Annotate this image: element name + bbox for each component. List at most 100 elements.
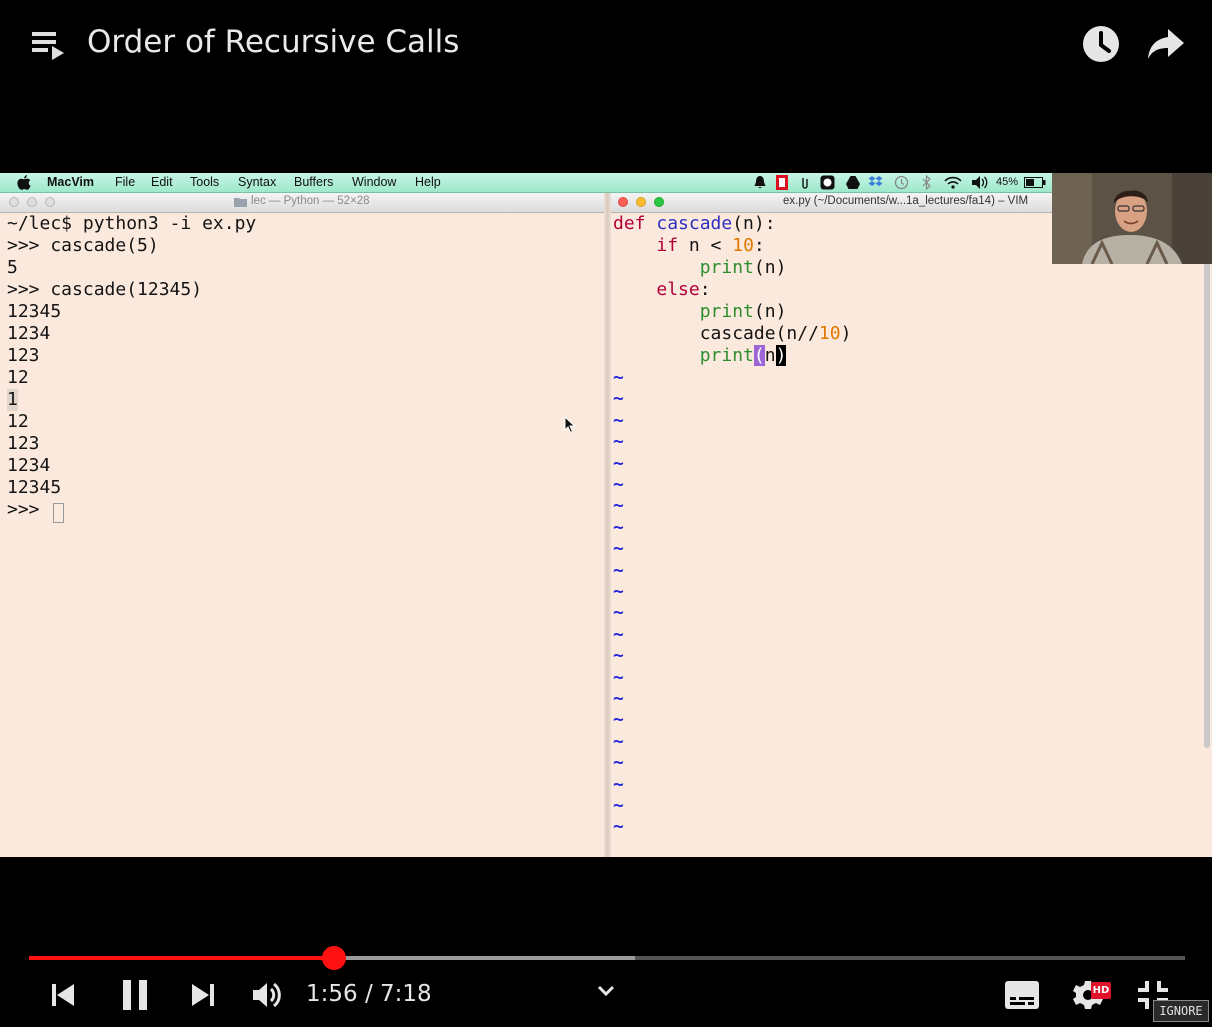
clock-icon[interactable] <box>1082 25 1120 63</box>
menu-macvim[interactable]: MacVim <box>47 175 94 189</box>
window-divider <box>604 193 611 857</box>
terminal-line: 123 <box>7 345 40 366</box>
progress-scrubber-handle[interactable] <box>322 946 347 970</box>
code-text: ) <box>840 323 852 344</box>
zoom-icon[interactable] <box>654 197 664 207</box>
minimize-icon[interactable] <box>27 197 37 207</box>
code-text: (n) <box>753 257 787 278</box>
hd-badge: HD <box>1091 982 1111 999</box>
battery-icon[interactable] <box>1024 177 1046 188</box>
code-text: n < <box>678 235 733 256</box>
tilde-marker: ~ <box>613 709 624 731</box>
code-line: print(n) <box>613 257 787 279</box>
terminal-line: 5 <box>7 257 18 278</box>
terminal-line: ~/lec$ python3 -i ex.py <box>7 213 257 234</box>
pause-icon[interactable] <box>121 980 149 1010</box>
video-frame[interactable]: MacVim File Edit Tools Syntax Buffers Wi… <box>0 173 1212 857</box>
zoom-icon[interactable] <box>45 197 55 207</box>
tilde-marker: ~ <box>613 516 624 538</box>
bluetooth-icon[interactable] <box>922 175 931 190</box>
playlist-icon[interactable] <box>32 30 66 62</box>
chevron-down-icon[interactable] <box>596 984 616 998</box>
progress-bar[interactable] <box>29 956 1185 960</box>
code-line: print(n) <box>613 345 787 367</box>
tilde-marker: ~ <box>613 623 624 645</box>
minimize-icon[interactable] <box>636 197 646 207</box>
tilde-marker: ~ <box>613 431 624 453</box>
ignore-badge[interactable]: IGNORE <box>1153 1000 1209 1022</box>
volume-icon[interactable] <box>251 980 281 1010</box>
mac-menu-bar: MacVim File Edit Tools Syntax Buffers Wi… <box>0 173 1212 193</box>
tilde-marker: ~ <box>613 816 624 838</box>
next-icon[interactable] <box>190 982 216 1008</box>
drive-icon[interactable] <box>846 176 860 189</box>
terminal-title-bar: lec — Python — 52×28 <box>0 193 610 213</box>
terminal-cursor <box>53 503 64 523</box>
terminal-title: lec — Python — 52×28 <box>234 195 370 207</box>
video-title[interactable]: Order of Recursive Calls <box>87 24 459 60</box>
tilde-marker: ~ <box>613 795 624 816</box>
menu-window[interactable]: Window <box>352 175 396 189</box>
terminal-prompt: >>> <box>7 499 51 520</box>
tilde-marker: ~ <box>613 666 624 688</box>
tilde-marker: ~ <box>613 752 624 774</box>
bell-icon[interactable] <box>754 176 766 189</box>
previous-icon[interactable] <box>50 982 76 1008</box>
menu-syntax[interactable]: Syntax <box>238 175 276 189</box>
apple-icon[interactable] <box>17 175 31 190</box>
battery-percent[interactable]: 45% <box>996 176 1018 188</box>
tilde-marker: ~ <box>613 602 624 624</box>
webcam-overlay <box>1052 173 1212 264</box>
terminal-title-label: lec — Python — 52×28 <box>251 195 370 207</box>
dropbox-icon[interactable] <box>868 175 883 190</box>
terminal-line: 1234 <box>7 323 51 344</box>
time-machine-icon[interactable] <box>894 175 909 190</box>
vim-title: ex.py (~/Documents/w...1a_lectures/fa14)… <box>783 195 1029 207</box>
tilde-marker: ~ <box>613 581 624 602</box>
close-icon[interactable] <box>9 197 19 207</box>
app-status-icon[interactable] <box>820 175 835 190</box>
time-display: 1:56 / 7:18 <box>306 981 432 1007</box>
share-icon[interactable] <box>1146 27 1186 61</box>
tilde-marker: ~ <box>613 559 624 581</box>
builtin: print <box>699 257 754 278</box>
code-text: (n): <box>732 213 776 234</box>
tilde-marker: ~ <box>613 409 624 431</box>
terminal-content[interactable]: ~/lec$ python3 -i ex.py >>> cascade(5) 5… <box>0 213 610 857</box>
tilde-marker: ~ <box>613 474 624 495</box>
number: 10 <box>732 235 754 256</box>
menu-buffers[interactable]: Buffers <box>294 175 333 189</box>
keyword: else <box>656 279 700 300</box>
terminal-line-highlighted: 1 <box>7 389 18 411</box>
tilde-marker: ~ <box>613 367 624 388</box>
menu-file[interactable]: File <box>115 175 135 189</box>
terminal-line: >>> cascade(12345) <box>7 279 203 300</box>
subtitles-icon[interactable] <box>1005 981 1039 1009</box>
code-text: : <box>699 279 711 300</box>
tilde-marker: ~ <box>613 538 624 560</box>
tilde-marker: ~ <box>613 645 624 667</box>
builtin: print <box>699 345 754 366</box>
paperclip-icon[interactable] <box>800 176 810 189</box>
number: 10 <box>818 323 841 344</box>
menu-edit[interactable]: Edit <box>151 175 173 189</box>
wifi-icon[interactable] <box>944 176 962 189</box>
terminal-line: 12345 <box>7 301 62 322</box>
player-top-bar: Order of Recursive Calls <box>0 0 1212 90</box>
speaker-icon[interactable] <box>972 176 989 189</box>
terminal-line: 1234 <box>7 455 51 476</box>
recording-icon[interactable] <box>776 175 788 190</box>
terminal-line: >>> cascade(5) <box>7 235 159 256</box>
terminal-line: 12 <box>7 367 29 388</box>
code-line: if n < 10: <box>613 235 764 257</box>
tilde-marker: ~ <box>613 688 624 709</box>
vim-editor[interactable]: def cascade(n): if n < 10: print(n) else… <box>611 213 1212 857</box>
builtin: print <box>699 301 754 322</box>
menu-help[interactable]: Help <box>415 175 441 189</box>
vim-cursor: ) <box>775 345 787 366</box>
close-icon[interactable] <box>618 197 628 207</box>
code-text: n <box>764 345 776 366</box>
menu-tools[interactable]: Tools <box>190 175 219 189</box>
vim-scrollbar[interactable] <box>1204 228 1210 748</box>
code-text: (n) <box>753 301 787 322</box>
